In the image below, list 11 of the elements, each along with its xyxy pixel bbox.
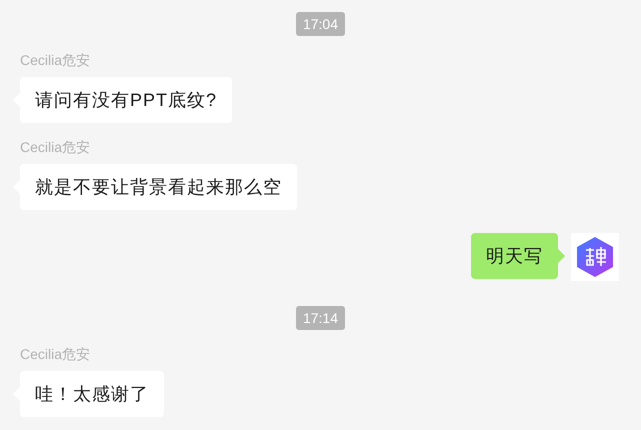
hexagon-icon: [575, 236, 615, 278]
sender-name: Cecilia危安: [20, 53, 90, 67]
sender-name: Cecilia危安: [20, 140, 90, 154]
message-bubble: 哇！太感谢了: [20, 371, 164, 417]
timestamp: 17:04: [296, 12, 346, 36]
message-bubble: 明天写: [471, 233, 558, 279]
timestamp: 17:14: [296, 306, 346, 330]
sender-name: Cecilia危安: [20, 347, 90, 361]
message-bubble: 请问有没有PPT底纹?: [20, 77, 232, 123]
avatar[interactable]: [571, 233, 619, 281]
message-bubble: 就是不要让背景看起来那么空: [20, 164, 297, 210]
